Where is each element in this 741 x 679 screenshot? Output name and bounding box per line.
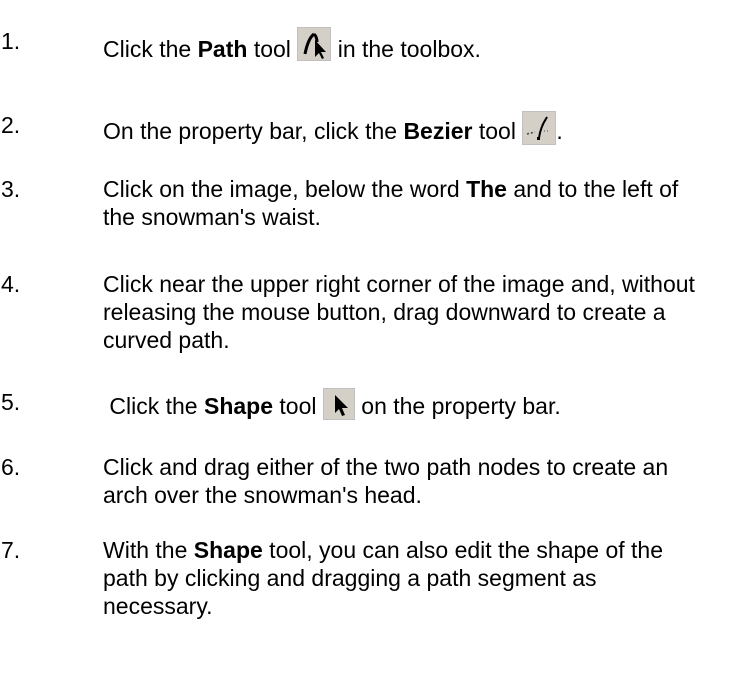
path-tool-icon [297, 27, 332, 61]
bezier-tool-icon [522, 111, 557, 145]
step-text-part: Click near the upper right corner of the… [103, 271, 695, 353]
shape-tool-icon [322, 388, 355, 420]
step-text-part: On the property bar, click the [103, 118, 404, 144]
step-number: 3. [1, 176, 21, 202]
step-text-part: tool [472, 118, 523, 144]
step-text-part: Click the [103, 36, 198, 62]
step-text-part: Click the [103, 393, 204, 419]
step-text: Click the Shape tool on the property bar… [103, 388, 703, 420]
step-text-part: tool [273, 393, 323, 419]
step-number: 6. [1, 454, 21, 480]
step-text-part: on the property bar. [354, 393, 561, 419]
step-text-part: Click and drag either of the two path no… [103, 454, 669, 508]
step-text-part: . [556, 118, 563, 144]
step-text-part: in the toolbox. [331, 36, 481, 62]
step-number: 7. [1, 537, 21, 563]
instruction-steps: 1. Click the Path tool in the toolbox. 2… [0, 0, 741, 679]
tool-name-shape: Shape [193, 537, 263, 563]
step-text: Click the Path tool in the toolbox. [103, 27, 703, 63]
word-the: The [466, 176, 507, 202]
step-number: 1. [1, 28, 21, 54]
tool-name-shape: Shape [203, 393, 274, 419]
step-text: Click and drag either of the two path no… [103, 453, 703, 509]
tool-name-bezier: Bezier [403, 118, 473, 144]
step-text: Click on the image, below the word The a… [103, 175, 703, 231]
step-number: 5. [1, 389, 21, 415]
step-text-part: Click on the image, below the word [103, 176, 467, 202]
step-text: Click near the upper right corner of the… [103, 270, 703, 354]
step-text-part: tool [247, 36, 298, 62]
step-text-part: With the [103, 537, 194, 563]
step-number: 4. [1, 271, 21, 297]
tool-name-path: Path [197, 36, 248, 62]
step-text: With the Shape tool, you can also edit t… [103, 536, 703, 620]
step-number: 2. [1, 112, 21, 138]
step-text: On the property bar, click the Bezier to… [103, 111, 703, 145]
